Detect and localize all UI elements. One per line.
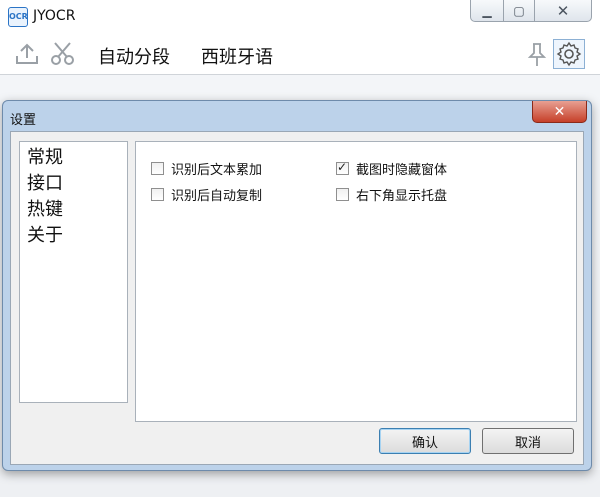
cancel-button[interactable]: 取消 [482,428,574,454]
minimize-button[interactable]: ▁ [470,0,504,22]
checkbox-show-tray-icon[interactable] [336,187,349,201]
option-auto-copy[interactable]: 识别后自动复制 [151,184,262,204]
close-icon: ✕ [553,103,566,120]
paragraph-mode-selector[interactable]: 自动分段 [98,43,170,69]
option-label: 识别后自动复制 [171,188,263,204]
dialog-client-area: 常规 接口 热键 关于 识别后文本累加 识别后自动复制 截图时隐藏窗体 右下角显… [10,131,584,465]
main-content-area [0,470,600,497]
upload-icon [16,43,38,64]
nav-item-api[interactable]: 接口 [20,171,127,197]
nav-item-hotkeys[interactable]: 热键 [20,197,127,223]
pin-button[interactable] [522,41,552,67]
upload-button[interactable] [12,41,42,67]
option-label: 右下角显示托盘 [356,188,448,204]
option-show-tray-icon[interactable]: 右下角显示托盘 [336,184,447,204]
scissors-icon [51,42,74,65]
option-label: 截图时隐藏窗体 [356,162,448,178]
close-icon: ✕ [556,1,570,20]
settings-dialog: 设置 ✕ 常规 接口 热键 关于 识别后文本累加 识别后自动复制 截图时隐藏窗体 [2,100,592,471]
maximize-icon: ▢ [513,3,525,18]
dialog-close-button[interactable]: ✕ [532,101,587,123]
dialog-title: 设置 [10,113,37,128]
option-hide-window-on-capture[interactable]: 截图时隐藏窗体 [336,158,447,178]
checkbox-auto-copy[interactable] [151,187,164,201]
nav-item-about[interactable]: 关于 [20,223,127,249]
pin-icon [527,43,547,66]
app-title: JYOCR [33,8,76,24]
settings-button[interactable] [553,39,585,69]
toolbar: 自动分段 西班牙语 [0,34,600,75]
close-button[interactable]: ✕ [534,0,592,22]
settings-nav-list: 常规 接口 热键 关于 [19,141,128,403]
nav-item-general[interactable]: 常规 [20,145,127,171]
minimize-icon: ▁ [482,3,492,18]
screenshot-button[interactable] [48,41,78,67]
gear-icon [556,41,582,67]
language-selector[interactable]: 西班牙语 [201,43,273,69]
confirm-button[interactable]: 确认 [379,428,471,454]
app-logo-icon: OCR [8,7,28,27]
checkbox-accumulate-text[interactable] [151,161,164,175]
option-label: 识别后文本累加 [171,162,263,178]
checkbox-hide-window-on-capture[interactable] [336,160,349,175]
main-titlebar: OCR JYOCR ▁ ▢ ✕ [0,0,600,34]
maximize-button[interactable]: ▢ [503,0,535,22]
general-settings-panel: 识别后文本累加 识别后自动复制 截图时隐藏窗体 右下角显示托盘 [135,141,577,422]
option-accumulate-text[interactable]: 识别后文本累加 [151,158,262,178]
